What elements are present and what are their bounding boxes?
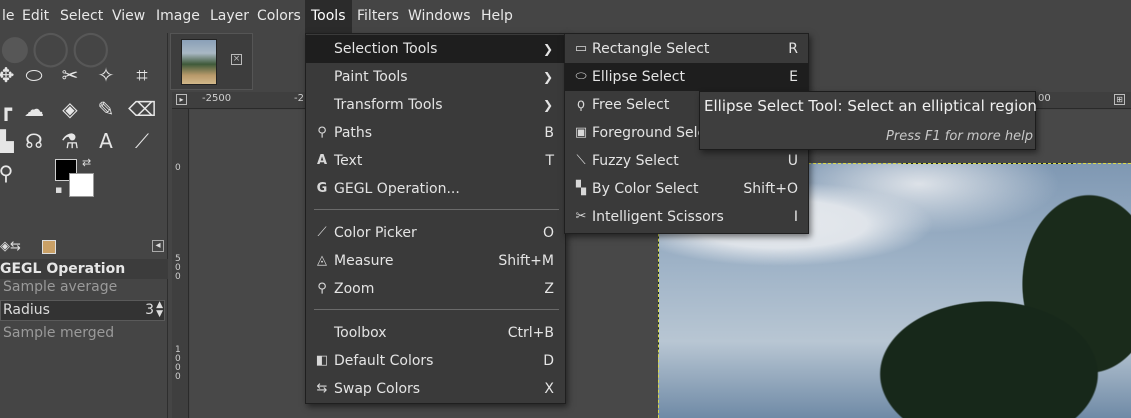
zoom-tool-icon[interactable]: ⚲ [0, 159, 20, 187]
menubar: le Edit Select View Image Layer Colors T… [0, 0, 1131, 33]
default-colors-icon[interactable]: ▪ [55, 183, 62, 196]
ruler-tick-label: 0 [175, 163, 181, 173]
crop-tool-icon[interactable]: ⌗ [128, 61, 156, 89]
menu-item-ellipse-select[interactable]: ⬭ Ellipse Select E [565, 63, 808, 91]
tooltip: Ellipse Select Tool: Select an elliptica… [699, 91, 1037, 150]
menu-item-color-picker[interactable]: ⟋ Color Picker O [306, 219, 565, 247]
tool-options-title: GEGL Operation [0, 259, 168, 279]
rectangle-select-icon: ▭ [574, 41, 588, 56]
wilber-logo: ●◯◯ [0, 28, 112, 68]
menu-item-swap-colors[interactable]: ⇆ Swap Colors X [306, 375, 565, 403]
device-status-icon[interactable]: ◈⇆ [0, 239, 21, 254]
fuzzy-select-icon: ⟍ [576, 153, 586, 168]
color-picker-tool-icon[interactable]: ⟋ [128, 127, 156, 155]
swap-colors-icon[interactable]: ⇄ [82, 156, 91, 169]
paths-icon: ⚲ [317, 125, 327, 140]
eraser-tool-icon[interactable]: ⌫ [128, 95, 156, 123]
panel-menu-icon[interactable]: ◂ [152, 240, 164, 252]
menu-item-toolbox[interactable]: Toolbox Ctrl+B [306, 319, 565, 347]
chevron-right-icon: ❯ [542, 42, 553, 56]
images-tab-icon[interactable] [42, 240, 56, 254]
vertical-ruler: 0 500 1000 [172, 109, 189, 418]
menu-separator [314, 209, 559, 210]
tooltip-help: Press F1 for more help [886, 129, 1033, 144]
quick-mask-icon[interactable]: ▸ [176, 94, 187, 105]
background-color-swatch[interactable] [69, 173, 94, 197]
gegl-icon: G [316, 181, 328, 196]
default-colors-icon: ◧ [315, 353, 329, 368]
scissors-icon: ✂ [575, 209, 587, 224]
tool-options-tabs: ◈⇆ ◂ [0, 237, 168, 259]
menu-windows[interactable]: Windows [402, 0, 477, 33]
fuzzy-select-tool-icon[interactable]: ✧ [92, 61, 120, 89]
menu-item-fuzzy-select[interactable]: ⟍ Fuzzy Select U [565, 147, 808, 175]
scissors-tool-icon[interactable]: ✂ [56, 61, 84, 89]
move-tool-icon[interactable]: ✥ [0, 61, 20, 89]
menu-item-gegl-operation[interactable]: G GEGL Operation... [306, 175, 565, 203]
radius-spinbox[interactable]: Radius 3 ▲ ▼ [0, 300, 165, 321]
menu-item-text[interactable]: A Text T [306, 147, 565, 175]
radius-label: Radius [3, 302, 50, 318]
spinner-arrows-icon[interactable]: ▲ ▼ [156, 301, 163, 319]
menu-item-paint-tools[interactable]: Paint Tools ❯ [306, 63, 565, 91]
menu-item-by-color-select[interactable]: ▚ By Color Select Shift+O [565, 175, 808, 203]
swap-colors-icon: ⇆ [316, 381, 328, 396]
close-icon[interactable]: × [231, 54, 242, 65]
tooltip-text: Ellipse Select Tool: Select an elliptica… [704, 97, 1037, 115]
color-picker-icon: ⟋ [317, 225, 327, 240]
ruler-tick-label: 1000 [175, 345, 181, 382]
text-tool-icon[interactable]: A [92, 127, 120, 155]
measure-icon: ◬ [317, 253, 327, 268]
free-select-icon: ϙ [577, 97, 585, 112]
menu-colors[interactable]: Colors [251, 0, 307, 33]
foreground-select-icon: ▣ [574, 125, 588, 140]
by-color-select-icon: ▚ [576, 181, 586, 196]
menu-item-paths[interactable]: ⚲ Paths B [306, 119, 565, 147]
menu-tools[interactable]: Tools [305, 0, 352, 33]
text-icon: A [316, 153, 328, 168]
image-tab[interactable]: × [170, 33, 253, 90]
menu-item-default-colors[interactable]: ◧ Default Colors D [306, 347, 565, 375]
ruler-tick-label: -2 [294, 93, 304, 104]
toolbox: ●◯◯ ✥ ⬭ ✂ ✧ ⌗ ┏ ☁ ◈ ✎ ⌫ ▙ ☊ ⚗ A ⟋ ⚲ ⇄ ▪ … [0, 28, 168, 418]
chevron-right-icon: ❯ [542, 98, 553, 112]
radius-value[interactable]: 3 [145, 301, 154, 320]
image-thumbnail[interactable] [181, 39, 217, 85]
sample-merged-checkbox[interactable]: Sample merged [3, 325, 114, 341]
chevron-right-icon: ❯ [542, 70, 553, 84]
menu-item-transform-tools[interactable]: Transform Tools ❯ [306, 91, 565, 119]
warp-tool-icon[interactable]: ☁ [20, 95, 48, 123]
paintbrush-tool-icon[interactable]: ✎ [92, 95, 120, 123]
menu-item-zoom[interactable]: ⚲ Zoom Z [306, 275, 565, 303]
ruler-tick-label: -2500 [202, 93, 232, 104]
menu-item-measure[interactable]: ◬ Measure Shift+M [306, 247, 565, 275]
menu-item-selection-tools[interactable]: Selection Tools ❯ [306, 35, 565, 63]
menu-view[interactable]: View [106, 0, 151, 33]
menu-image[interactable]: Image [150, 0, 206, 33]
sample-average-label: Sample average [3, 279, 118, 295]
ruler-tick-label: 500 [175, 254, 181, 282]
dodge-tool-icon[interactable]: ⚗ [56, 127, 84, 155]
navigate-icon[interactable]: ⊞ [1114, 94, 1125, 105]
zoom-icon: ⚲ [317, 281, 327, 296]
ellipse-select-tool-icon[interactable]: ⬭ [20, 61, 48, 89]
ellipse-select-icon: ⬭ [575, 69, 587, 84]
bucket-fill-tool-icon[interactable]: ◈ [56, 95, 84, 123]
menu-help[interactable]: Help [475, 0, 519, 33]
unified-transform-tool-icon[interactable]: ┏ [0, 95, 20, 123]
ruler-tick-label: 00 [1038, 93, 1051, 104]
tools-menu: Selection Tools ❯ Paint Tools ❯ Transfor… [305, 33, 566, 404]
menu-layer[interactable]: Layer [204, 0, 255, 33]
menu-item-rectangle-select[interactable]: ▭ Rectangle Select R [565, 35, 808, 63]
menu-filters[interactable]: Filters [351, 0, 405, 33]
menu-item-intelligent-scissors[interactable]: ✂ Intelligent Scissors I [565, 203, 808, 231]
smudge-tool-icon[interactable]: ☊ [20, 127, 48, 155]
clone-tool-icon[interactable]: ▙ [0, 127, 20, 155]
menu-separator [314, 309, 559, 310]
